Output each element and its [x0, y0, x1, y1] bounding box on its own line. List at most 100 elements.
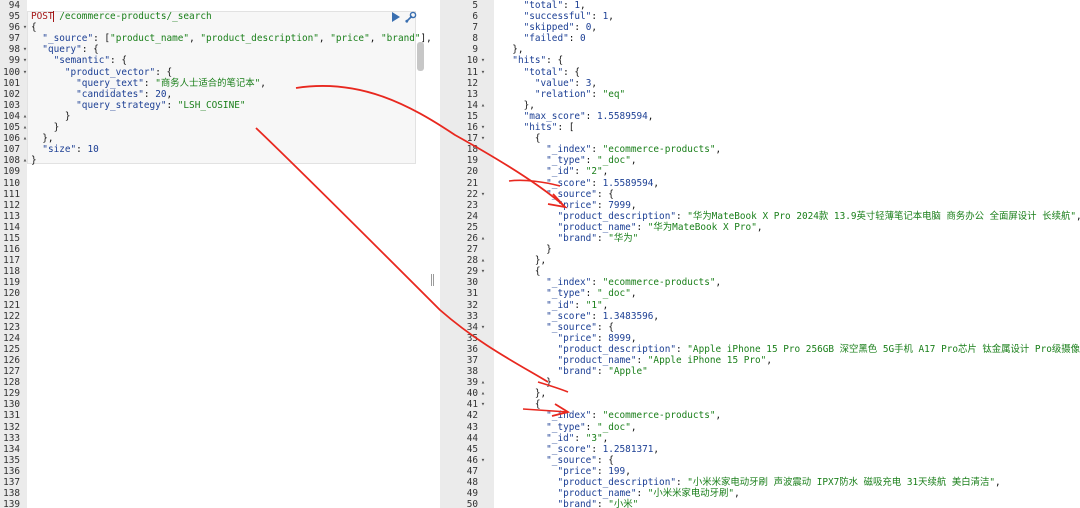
response-line[interactable]: 5 "total": 1,	[440, 0, 1080, 11]
request-line[interactable]: 137	[0, 477, 432, 488]
fold-toggle-icon[interactable]: ▾	[479, 133, 487, 144]
response-line[interactable]: 30 "_index": "ecommerce-products",	[440, 277, 1080, 288]
fold-toggle-icon[interactable]: ▾	[21, 67, 29, 78]
request-line[interactable]: 104 ▴ }	[0, 111, 432, 122]
fold-toggle-icon[interactable]: ▾	[21, 22, 29, 33]
request-line[interactable]: 131	[0, 410, 432, 421]
request-line[interactable]: 108 ▴}	[0, 155, 432, 166]
fold-toggle-icon[interactable]: ▴	[21, 122, 29, 133]
request-line[interactable]: 111	[0, 189, 432, 200]
request-line[interactable]: 128	[0, 377, 432, 388]
fold-toggle-icon[interactable]: ▴	[479, 255, 487, 266]
request-line[interactable]: 102 "candidates": 20,	[0, 89, 432, 100]
response-line[interactable]: 23 "price": 7999,	[440, 200, 1080, 211]
response-line[interactable]: 32 "_id": "1",	[440, 300, 1080, 311]
response-line[interactable]: 17 ▾ {	[440, 133, 1080, 144]
response-line[interactable]: 14 ▴ },	[440, 100, 1080, 111]
response-viewer-pane[interactable]: 5 "total": 1, 6 "successful": 1, 7 "skippe…	[440, 0, 1080, 508]
fold-toggle-icon[interactable]: ▴	[479, 388, 487, 399]
request-line[interactable]: 110	[0, 178, 432, 189]
request-line[interactable]: 119	[0, 277, 432, 288]
response-line[interactable]: 10 ▾ "hits": {	[440, 55, 1080, 66]
request-line[interactable]: 116	[0, 244, 432, 255]
request-line[interactable]: 94	[0, 0, 432, 11]
response-line[interactable]: 24 "product_description": "华为MateBook X …	[440, 211, 1080, 222]
request-code[interactable]: 94 95 POST /ecommerce-products/_search 96 ▾{…	[0, 0, 432, 508]
request-line[interactable]: 136	[0, 466, 432, 477]
response-line[interactable]: 39 ▴ }	[440, 377, 1080, 388]
response-line[interactable]: 38 "brand": "Apple"	[440, 366, 1080, 377]
request-line[interactable]: 132	[0, 422, 432, 433]
fold-toggle-icon[interactable]: ▾	[479, 322, 487, 333]
response-line[interactable]: 43 "_type": "_doc",	[440, 422, 1080, 433]
fold-toggle-icon[interactable]: ▾	[479, 189, 487, 200]
response-line[interactable]: 6 "successful": 1,	[440, 11, 1080, 22]
response-line[interactable]: 18 "_index": "ecommerce-products",	[440, 144, 1080, 155]
request-line[interactable]: 103 "query_strategy": "LSH_COSINE"	[0, 100, 432, 111]
response-line[interactable]: 27 }	[440, 244, 1080, 255]
pane-splitter-handle[interactable]	[431, 274, 435, 286]
request-line[interactable]: 112	[0, 200, 432, 211]
response-line[interactable]: 35 "price": 8999,	[440, 333, 1080, 344]
request-line[interactable]: 127	[0, 366, 432, 377]
response-line[interactable]: 15 "max_score": 1.5589594,	[440, 111, 1080, 122]
request-line[interactable]: 123	[0, 322, 432, 333]
request-line[interactable]: 120	[0, 288, 432, 299]
wrench-icon[interactable]	[404, 11, 417, 24]
request-line[interactable]: 126	[0, 355, 432, 366]
fold-toggle-icon[interactable]: ▾	[479, 399, 487, 410]
response-line[interactable]: 8 "failed": 0	[440, 33, 1080, 44]
response-line[interactable]: 16 ▾ "hits": [	[440, 122, 1080, 133]
request-line[interactable]: 133	[0, 433, 432, 444]
request-line[interactable]: 129	[0, 388, 432, 399]
request-line[interactable]: 95 POST /ecommerce-products/_search	[0, 11, 432, 22]
fold-toggle-icon[interactable]: ▾	[479, 67, 487, 78]
fold-toggle-icon[interactable]: ▴	[479, 377, 487, 388]
fold-toggle-icon[interactable]: ▾	[21, 44, 29, 55]
response-line[interactable]: 13 "relation": "eq"	[440, 89, 1080, 100]
response-line[interactable]: 19 "_type": "_doc",	[440, 155, 1080, 166]
request-line[interactable]: 134	[0, 444, 432, 455]
request-line[interactable]: 100 ▾ "product_vector": {	[0, 67, 432, 78]
request-line[interactable]: 122	[0, 311, 432, 322]
fold-toggle-icon[interactable]: ▴	[21, 111, 29, 122]
request-line[interactable]: 138	[0, 488, 432, 499]
response-line[interactable]: 7 "skipped": 0,	[440, 22, 1080, 33]
request-line[interactable]: 97 "_source": ["product_name", "product_…	[0, 33, 432, 44]
request-line[interactable]: 109	[0, 166, 432, 177]
request-line[interactable]: 115	[0, 233, 432, 244]
response-line[interactable]: 22 ▾ "_source": {	[440, 189, 1080, 200]
response-line[interactable]: 37 "product_name": "Apple iPhone 15 Pro"…	[440, 355, 1080, 366]
response-line[interactable]: 21 "_score": 1.5589594,	[440, 178, 1080, 189]
response-line[interactable]: 25 "product_name": "华为MateBook X Pro",	[440, 222, 1080, 233]
fold-toggle-icon[interactable]: ▴	[479, 233, 487, 244]
fold-toggle-icon[interactable]: ▾	[21, 55, 29, 66]
request-line[interactable]: 105 ▴ }	[0, 122, 432, 133]
play-icon[interactable]	[392, 12, 400, 22]
request-scrollbar[interactable]	[417, 42, 424, 71]
fold-toggle-icon[interactable]: ▾	[479, 455, 487, 466]
request-line[interactable]: 96 ▾{	[0, 22, 432, 33]
request-line[interactable]: 113	[0, 211, 432, 222]
request-line[interactable]: 118	[0, 266, 432, 277]
request-line[interactable]: 106 ▴ },	[0, 133, 432, 144]
fold-toggle-icon[interactable]: ▾	[479, 122, 487, 133]
request-line[interactable]: 101 "query_text": "商务人士适合的笔记本",	[0, 78, 432, 89]
response-line[interactable]: 44 "_id": "3",	[440, 433, 1080, 444]
request-line[interactable]: 139	[0, 499, 432, 508]
response-code[interactable]: 5 "total": 1, 6 "successful": 1, 7 "skippe…	[440, 0, 1080, 508]
response-line[interactable]: 26 ▴ "brand": "华为"	[440, 233, 1080, 244]
response-line[interactable]: 40 ▴ },	[440, 388, 1080, 399]
request-line[interactable]: 130	[0, 399, 432, 410]
request-line[interactable]: 98 ▾ "query": {	[0, 44, 432, 55]
fold-toggle-icon[interactable]: ▾	[479, 266, 487, 277]
response-line[interactable]: 45 "_score": 1.2581371,	[440, 444, 1080, 455]
response-line[interactable]: 36 "product_description": "Apple iPhone …	[440, 344, 1080, 355]
response-line[interactable]: 48 "product_description": "小米米家电动牙刷 声波震动…	[440, 477, 1080, 488]
response-line[interactable]: 20 "_id": "2",	[440, 166, 1080, 177]
fold-toggle-icon[interactable]: ▴	[21, 133, 29, 144]
response-line[interactable]: 34 ▾ "_source": {	[440, 322, 1080, 333]
response-line[interactable]: 46 ▾ "_source": {	[440, 455, 1080, 466]
request-editor-pane[interactable]: 94 95 POST /ecommerce-products/_search 96 ▾{…	[0, 0, 432, 508]
response-line[interactable]: 12 "value": 3,	[440, 78, 1080, 89]
